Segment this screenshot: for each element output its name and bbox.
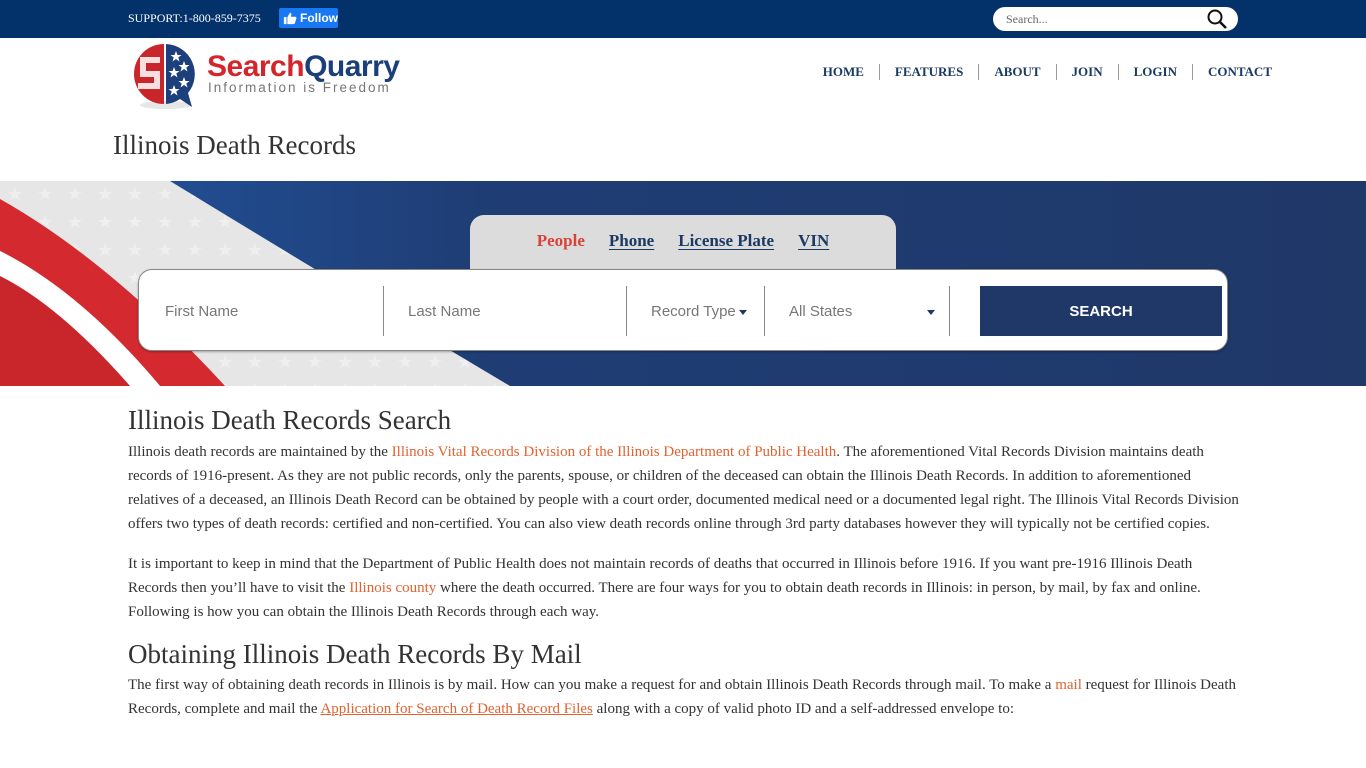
- divider: [383, 286, 384, 336]
- illinois-county-link[interactable]: Illinois county: [349, 580, 436, 596]
- caret-down-icon: [927, 309, 935, 315]
- top-bar: SUPPORT:1-800-859-7375 Follow: [0, 0, 1366, 38]
- tab-license-plate[interactable]: License Plate: [678, 231, 774, 255]
- nav-features[interactable]: FEATURES: [878, 64, 978, 80]
- nav-join[interactable]: JOIN: [1055, 64, 1118, 80]
- tab-people[interactable]: People: [537, 231, 585, 255]
- tab-vin[interactable]: VIN: [798, 231, 829, 255]
- nav-about[interactable]: ABOUT: [978, 64, 1055, 80]
- section-heading: Illinois Death Records Search: [128, 405, 452, 435]
- application-form-link[interactable]: Application for Search of Death Record F…: [320, 701, 592, 717]
- mail-link[interactable]: mail: [1055, 677, 1082, 693]
- search-type-tabs: People Phone License Plate VIN: [470, 215, 896, 275]
- thumbs-up-icon: [283, 12, 297, 25]
- logo-wordmark: SearchQuarry: [207, 50, 400, 83]
- main-nav: HOME FEATURES ABOUT JOIN LOGIN CONTACT: [808, 64, 1272, 80]
- facebook-follow-button[interactable]: Follow: [279, 8, 338, 28]
- record-type-value: Record Type: [651, 302, 736, 320]
- section-heading: Obtaining Illinois Death Records By Mail: [128, 639, 582, 669]
- search-hero: People Phone License Plate VIN Record Ty…: [0, 181, 1366, 386]
- logo-emblem-icon: [134, 44, 195, 109]
- paragraph: Illinois death records are maintained by…: [128, 444, 1239, 532]
- nav-login[interactable]: LOGIN: [1117, 64, 1192, 80]
- tab-phone[interactable]: Phone: [609, 231, 654, 255]
- support-phone: SUPPORT:1-800-859-7375: [128, 11, 261, 25]
- divider: [949, 286, 950, 336]
- searchquarry-logo[interactable]: SearchQuarry Information is Freedom: [130, 41, 425, 111]
- last-name-input[interactable]: [408, 302, 623, 320]
- search-button[interactable]: SEARCH: [980, 286, 1222, 336]
- logo-tagline: Information is Freedom: [208, 80, 391, 95]
- state-value: All States: [789, 302, 853, 320]
- first-name-input[interactable]: [165, 302, 380, 320]
- vital-records-link[interactable]: Illinois Vital Records Division of the I…: [392, 444, 837, 460]
- top-search-input[interactable]: [1006, 10, 1196, 28]
- page-title: Illinois Death Records: [113, 130, 356, 160]
- paragraph: It is important to keep in mind that the…: [128, 556, 1201, 620]
- divider: [626, 286, 627, 336]
- divider: [764, 286, 765, 336]
- search-icon[interactable]: [1206, 9, 1228, 29]
- first-name-field: [165, 286, 380, 336]
- top-search-box: [993, 7, 1238, 31]
- people-search-form: Record Type All States SEARCH: [138, 269, 1228, 351]
- caret-down-icon: [738, 309, 747, 315]
- last-name-field: [408, 286, 623, 336]
- record-type-select[interactable]: Record Type: [651, 286, 761, 336]
- state-select[interactable]: All States: [789, 286, 935, 336]
- follow-label: Follow: [300, 11, 338, 25]
- article-content: Illinois Death Records Search Illinois d…: [128, 404, 1240, 737]
- nav-contact[interactable]: CONTACT: [1191, 64, 1272, 80]
- paragraph: The first way of obtaining death records…: [128, 677, 1236, 717]
- nav-home[interactable]: HOME: [808, 64, 879, 80]
